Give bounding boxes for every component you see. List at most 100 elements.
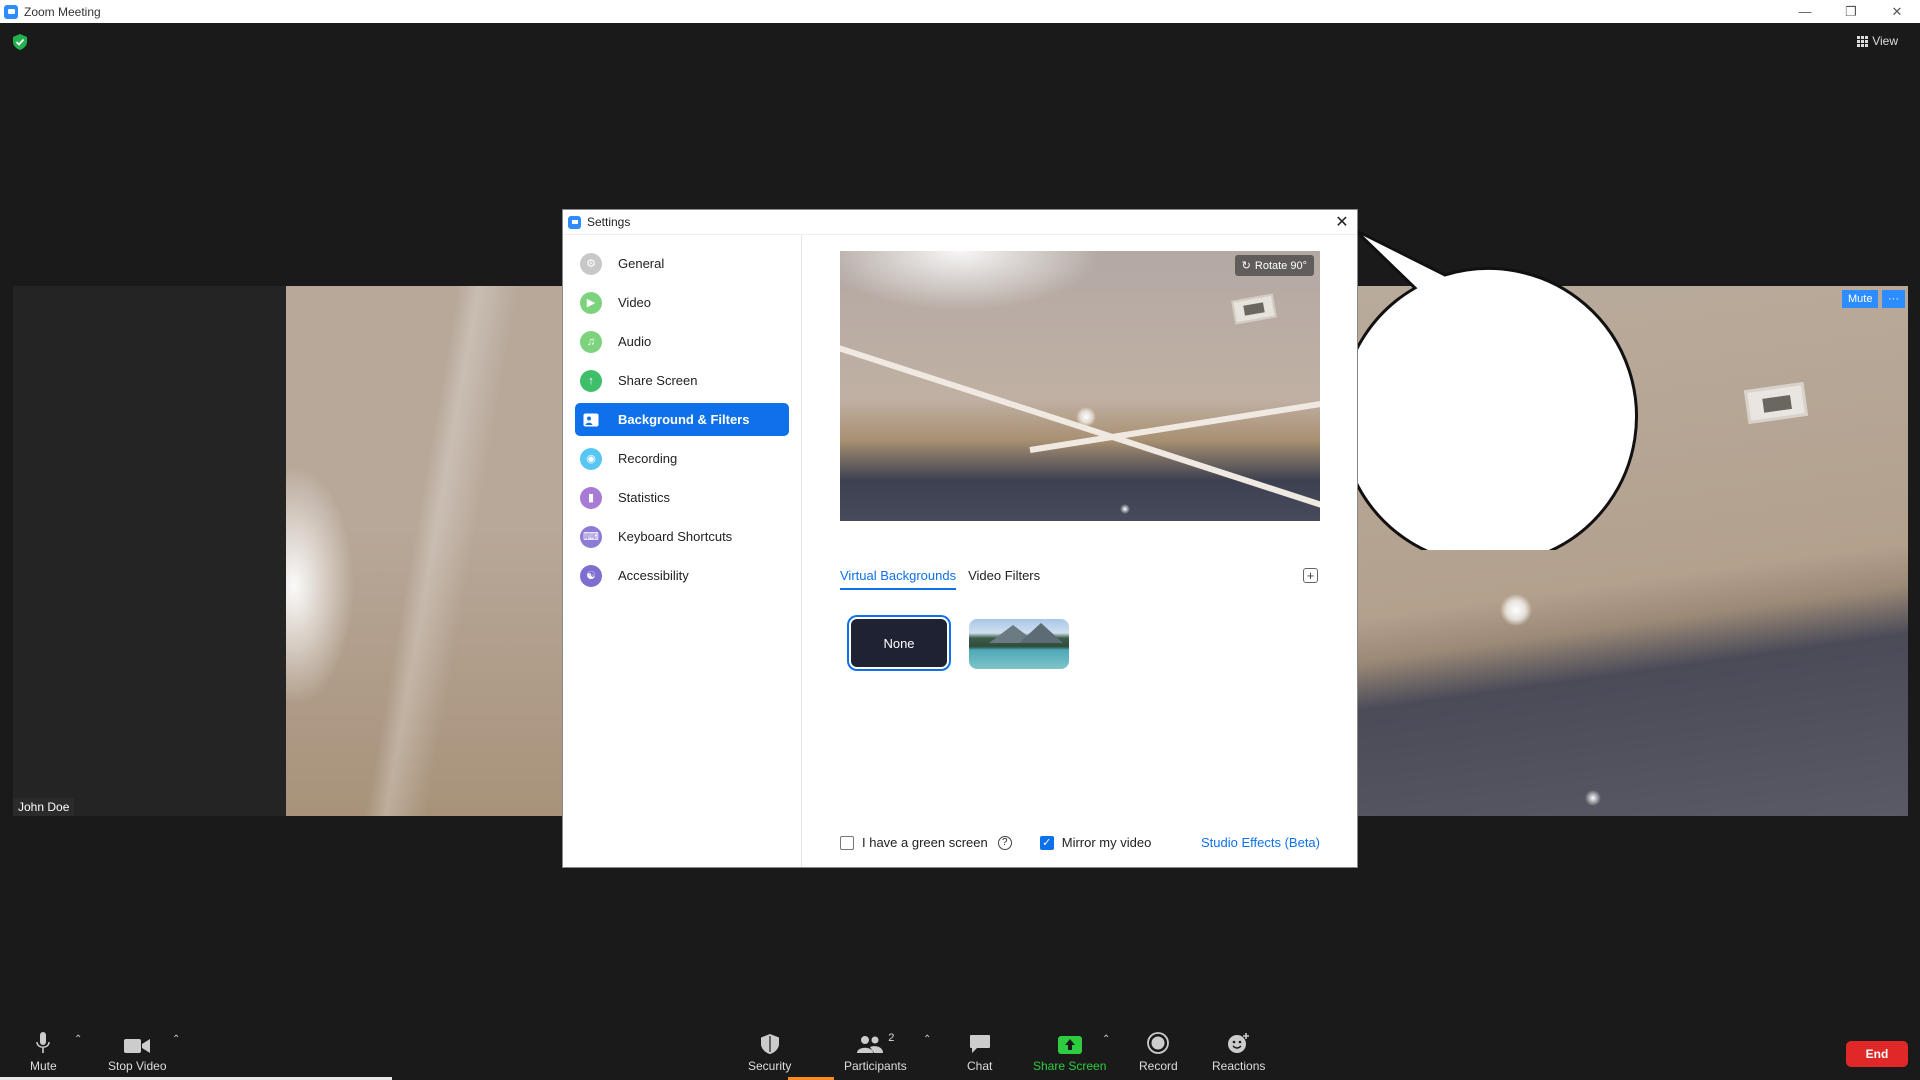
bar-chart-icon: ▮ (580, 486, 602, 509)
mute-button[interactable]: Mute (30, 1032, 57, 1073)
ceiling-molding (840, 339, 1320, 521)
tile-mute-button[interactable]: Mute (1842, 290, 1879, 308)
background-tabs: Virtual Backgrounds Video Filters (840, 568, 1040, 590)
close-window-button[interactable]: ✕ (1874, 0, 1920, 23)
tile-more-button[interactable]: ··· (1882, 290, 1905, 308)
rotate-label: Rotate 90° (1254, 259, 1307, 272)
meeting-toolbar: Mute ⌃ Stop Video ⌃ Security 2 Participa… (0, 1020, 1920, 1080)
chat-button[interactable]: Chat (967, 1032, 992, 1073)
share-screen-icon: ↑ (580, 369, 602, 392)
studio-effects-link[interactable]: Studio Effects (Beta) (1201, 835, 1320, 850)
audio-options-caret-icon[interactable]: ⌃ (74, 1034, 82, 1045)
record-icon: ◉ (580, 447, 602, 470)
window-title: Zoom Meeting (24, 4, 101, 19)
sidebar-item-general[interactable]: ⚙ General (575, 247, 789, 280)
sidebar-item-label: Share Screen (618, 373, 698, 388)
zoom-app-icon (4, 4, 18, 19)
settings-title: Settings (587, 215, 631, 229)
sidebar-item-share-screen[interactable]: ↑ Share Screen (575, 364, 789, 397)
video-camera-icon (124, 1032, 151, 1054)
sidebar-item-label: General (618, 256, 665, 271)
reactions-label: Reactions (1212, 1059, 1266, 1073)
ceiling-vent (1231, 293, 1277, 325)
record-label: Record (1139, 1059, 1178, 1073)
chat-icon (969, 1032, 991, 1054)
sidebar-item-label: Video (618, 295, 652, 310)
record-button[interactable]: Record (1139, 1032, 1178, 1073)
participants-button[interactable]: 2 Participants (844, 1032, 907, 1073)
shield-icon (760, 1032, 779, 1054)
rotate-icon: ↻ (1241, 260, 1251, 272)
participant-name-tag: John Doe (13, 798, 75, 816)
reactions-button[interactable]: Reactions (1212, 1032, 1265, 1073)
settings-content: ↻ Rotate 90° Virtual Backgrounds Video F… (803, 235, 1357, 867)
video-preview: ↻ Rotate 90° (840, 251, 1320, 521)
encryption-shield-icon[interactable] (13, 34, 27, 50)
chat-label: Chat (967, 1059, 993, 1073)
keyboard-icon: ⌨ (580, 525, 602, 548)
stop-video-label: Stop Video (108, 1059, 167, 1073)
close-icon[interactable]: ✕ (1333, 213, 1351, 231)
mirror-video-checkbox[interactable]: ✓ (1039, 835, 1054, 850)
sidebar-item-label: Background & Filters (618, 412, 750, 427)
security-label: Security (748, 1059, 792, 1073)
share-screen-label: Share Screen (1033, 1059, 1107, 1073)
participants-label: Participants (844, 1059, 907, 1073)
participants-options-caret-icon[interactable]: ⌃ (923, 1034, 931, 1045)
help-icon[interactable]: ? (997, 835, 1012, 850)
view-button[interactable]: View (1857, 34, 1898, 48)
ceiling-vent (1743, 381, 1809, 425)
participants-icon: 2 (856, 1032, 894, 1054)
sidebar-item-video[interactable]: ▶ Video (575, 286, 789, 319)
video-tile-background (13, 286, 286, 816)
sidebar-item-statistics[interactable]: ▮ Statistics (575, 481, 789, 514)
rotate-button[interactable]: ↻ Rotate 90° (1234, 255, 1314, 276)
end-meeting-button[interactable]: End (1846, 1041, 1908, 1067)
background-option-none[interactable]: None (849, 617, 949, 669)
settings-titlebar: Settings (563, 210, 1357, 235)
tab-virtual-backgrounds[interactable]: Virtual Backgrounds (840, 568, 957, 590)
share-options-caret-icon[interactable]: ⌃ (1102, 1034, 1110, 1045)
settings-dialog: Settings ✕ ⚙ General ▶ Video ♫ Audio ↑ S… (563, 210, 1357, 867)
sidebar-item-keyboard-shortcuts[interactable]: ⌨ Keyboard Shortcuts (575, 520, 789, 553)
security-button[interactable]: Security (748, 1032, 791, 1073)
mirror-video-label: Mirror my video (1061, 835, 1152, 850)
reactions-icon (1227, 1032, 1251, 1054)
sidebar-item-label: Recording (618, 451, 678, 466)
stop-video-button[interactable]: Stop Video (108, 1032, 167, 1073)
green-screen-checkbox[interactable] (840, 835, 854, 850)
sidebar-item-background-filters[interactable]: Background & Filters (575, 403, 789, 436)
settings-sidebar: ⚙ General ▶ Video ♫ Audio ↑ Share Screen… (563, 235, 802, 867)
record-icon (1147, 1032, 1170, 1054)
sidebar-item-label: Audio (618, 334, 652, 349)
green-screen-label: I have a green screen (862, 835, 988, 850)
accessibility-icon: ☯ (580, 564, 602, 587)
plus-icon: + (1306, 568, 1315, 583)
tab-video-filters[interactable]: Video Filters (968, 568, 1040, 590)
sidebar-item-label: Keyboard Shortcuts (618, 529, 733, 544)
settings-footer: I have a green screen ? ✓ Mirror my vide… (840, 835, 1320, 850)
video-options-caret-icon[interactable]: ⌃ (172, 1034, 180, 1045)
sidebar-item-accessibility[interactable]: ☯ Accessibility (575, 559, 789, 592)
share-screen-button[interactable]: Share Screen (1033, 1032, 1106, 1073)
headphones-icon: ♫ (580, 330, 602, 353)
minimize-button[interactable]: — (1782, 0, 1828, 23)
view-label: View (1872, 34, 1898, 48)
restore-button[interactable]: ❐ (1828, 0, 1874, 23)
sidebar-item-audio[interactable]: ♫ Audio (575, 325, 789, 358)
window-titlebar: Zoom Meeting — ❐ ✕ (0, 0, 1920, 23)
person-background-icon (580, 409, 602, 431)
video-camera-icon: ▶ (580, 291, 602, 314)
sidebar-item-recording[interactable]: ◉ Recording (575, 442, 789, 475)
zoom-app-icon (568, 215, 581, 229)
microphone-icon (36, 1032, 51, 1054)
add-background-button[interactable]: + (1303, 568, 1318, 583)
grid-view-icon (1857, 35, 1869, 47)
share-screen-icon (1057, 1032, 1082, 1054)
sidebar-item-label: Accessibility (618, 568, 689, 583)
gear-icon: ⚙ (580, 252, 602, 275)
speech-bubble-callout (1355, 230, 1638, 550)
sidebar-item-label: Statistics (618, 490, 671, 505)
background-option-lake[interactable] (969, 619, 1069, 669)
participants-count: 2 (888, 1032, 895, 1044)
